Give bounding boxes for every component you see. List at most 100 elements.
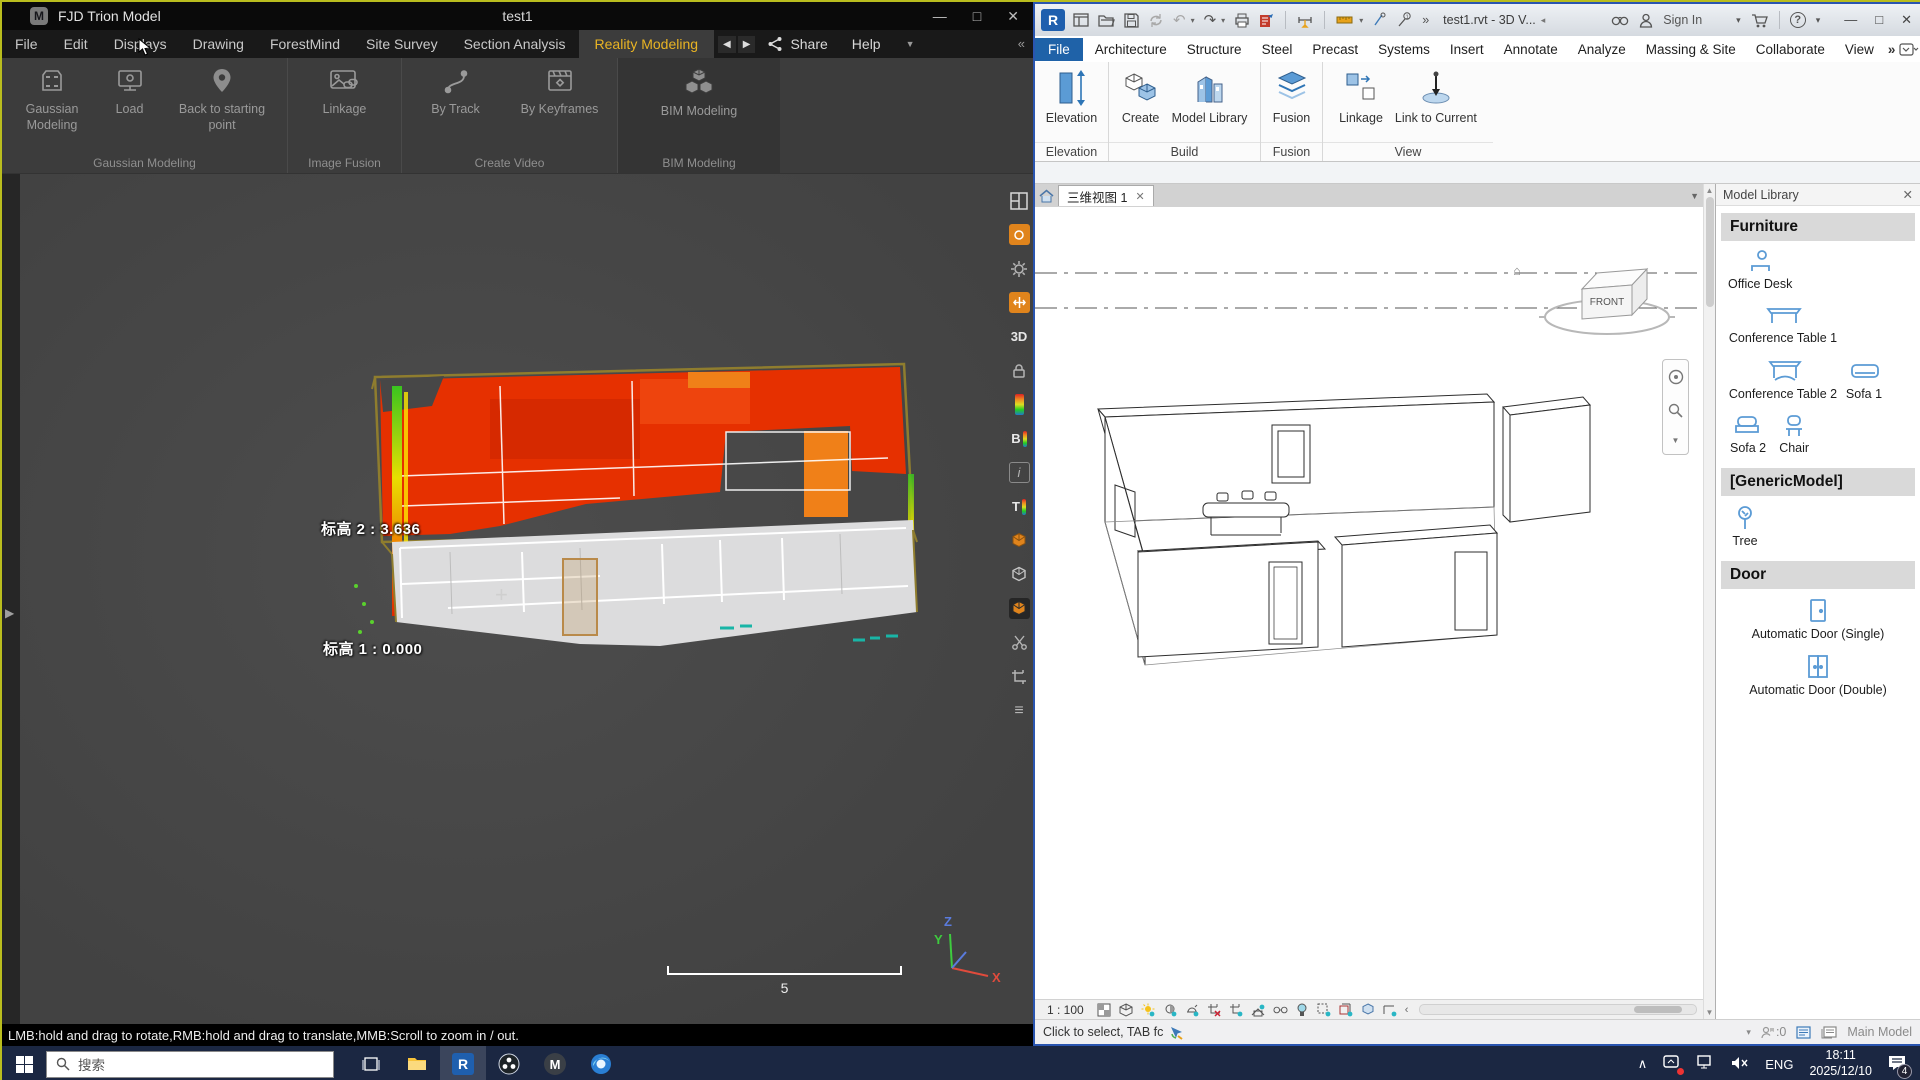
redo-icon[interactable]: ↷ [1204, 11, 1217, 29]
tab-scroll-right-icon[interactable]: ▶ [738, 36, 756, 53]
revit-3d-viewport[interactable]: FRONT ⌂ ▼ [1035, 207, 1703, 999]
unlock-view-icon[interactable] [1251, 1002, 1266, 1017]
trion-minimize-button[interactable]: — [933, 8, 947, 25]
menu-edit[interactable]: Edit [51, 30, 101, 58]
menu-forestmind[interactable]: ForestMind [257, 30, 353, 58]
revit-taskbar-button[interactable]: R [440, 1046, 486, 1080]
tab-insert[interactable]: Insert [1440, 38, 1494, 61]
sync-icon[interactable] [1148, 13, 1164, 28]
qat-more-icon[interactable]: » [1422, 13, 1429, 27]
help-menu[interactable]: Help ▼ [840, 30, 927, 58]
viewcube-home-icon[interactable]: ⌂ [1513, 263, 1521, 278]
menu-reality-modeling[interactable]: Reality Modeling [579, 30, 715, 58]
search-binoculars-icon[interactable] [1611, 13, 1629, 27]
scroll-down-icon[interactable]: ▼ [1706, 1008, 1714, 1017]
taskbar-clock[interactable]: 18:11 2025/12/10 [1809, 1048, 1872, 1079]
scroll-up-icon[interactable]: ▲ [1706, 186, 1714, 195]
signin-dropdown-icon[interactable]: ▾ [1736, 15, 1741, 26]
lock-icon[interactable] [1009, 360, 1030, 381]
reveal-hidden-icon[interactable] [1273, 1002, 1288, 1017]
texture-colormap-icon[interactable]: T [1009, 496, 1030, 517]
view-scale[interactable]: 1 : 100 [1047, 1003, 1084, 1017]
tab-structure[interactable]: Structure [1177, 38, 1252, 61]
tab-precast[interactable]: Precast [1302, 38, 1368, 61]
tabs-more-icon[interactable]: » [1888, 42, 1896, 57]
menu-section-analysis[interactable]: Section Analysis [451, 30, 579, 58]
vertical-scrollbar[interactable]: ▲ ▼ [1703, 184, 1715, 1019]
redo-dropdown-icon[interactable]: ▾ [1221, 16, 1225, 25]
start-button[interactable] [2, 1056, 46, 1073]
hidden-icons-chevron[interactable]: ∧ [1638, 1056, 1648, 1072]
library-item-office-desk[interactable]: Office Desk [1726, 245, 1794, 295]
list-icon[interactable]: ≡ [1009, 700, 1030, 721]
colorbar-icon[interactable] [1009, 394, 1030, 415]
open-file-icon[interactable] [1098, 13, 1115, 27]
layout-windows-icon[interactable] [1009, 190, 1030, 211]
notification-center-button[interactable]: 4 [1888, 1055, 1906, 1074]
visual-style-icon[interactable] [1119, 1002, 1134, 1017]
revit-maximize-button[interactable]: □ [1875, 12, 1883, 28]
cube-active-icon[interactable] [1009, 598, 1030, 619]
by-keyframes-button[interactable]: By Keyframes [506, 66, 614, 118]
obs-taskbar-button[interactable] [486, 1046, 532, 1080]
trion-maximize-button[interactable]: □ [973, 8, 981, 25]
ruler-dropdown-icon[interactable]: ▾ [1359, 16, 1363, 25]
menu-drawing[interactable]: Drawing [180, 30, 257, 58]
tab-systems[interactable]: Systems [1368, 38, 1440, 61]
export-icon[interactable] [1259, 13, 1274, 28]
revit-app-button[interactable]: R [1041, 9, 1065, 31]
cube-view-icon[interactable] [1009, 530, 1030, 551]
tab-file[interactable]: File [1035, 38, 1083, 61]
library-item-chair[interactable]: Chair [1774, 409, 1814, 459]
volume-muted-icon[interactable] [1731, 1056, 1749, 1073]
undo-dropdown-icon[interactable]: ▾ [1191, 16, 1195, 25]
tab-architecture[interactable]: Architecture [1085, 38, 1177, 61]
navbar-dropdown-icon[interactable]: ▼ [1672, 436, 1680, 445]
cut-icon[interactable] [1009, 632, 1030, 653]
tab-collaborate[interactable]: Collaborate [1746, 38, 1835, 61]
sign-in-button[interactable]: Sign In [1663, 13, 1702, 27]
tab-scroll-left-icon[interactable]: ◀ [718, 36, 736, 53]
design-options-icon[interactable] [1821, 1026, 1837, 1039]
ruler-icon[interactable] [1336, 14, 1354, 26]
horizontal-scroll-thumb[interactable] [1634, 1006, 1682, 1013]
worksets-icon[interactable] [1796, 1026, 1811, 1039]
home-view-icon[interactable] [1039, 189, 1054, 203]
coordinate-icon[interactable] [1009, 292, 1030, 313]
constraint-icon[interactable] [1383, 1002, 1398, 1017]
library-item-automatic-door-double[interactable]: Automatic Door (Double) [1747, 649, 1889, 701]
crop-view-off-icon[interactable] [1207, 1002, 1222, 1017]
print-icon[interactable] [1234, 13, 1250, 28]
save-icon[interactable] [1124, 13, 1139, 28]
info-icon[interactable]: i [1009, 462, 1030, 483]
gaussian-modeling-button[interactable]: Gaussian Modeling [5, 66, 100, 133]
language-indicator[interactable]: ENG [1765, 1057, 1793, 1072]
help-icon[interactable]: ? [1790, 12, 1806, 28]
cart-icon[interactable] [1751, 13, 1769, 28]
library-item-sofa-2[interactable]: Sofa 2 [1728, 409, 1768, 459]
settings-gear-icon[interactable] [1009, 258, 1030, 279]
render-icon[interactable] [1185, 1002, 1200, 1017]
properties-icon[interactable] [1073, 13, 1089, 27]
expand-panel-icon[interactable]: ▶ [5, 606, 14, 620]
isolate-icon[interactable] [1317, 1002, 1332, 1017]
tab-analyze[interactable]: Analyze [1568, 38, 1636, 61]
intensity-colormap-icon[interactable]: B [1009, 428, 1030, 449]
undo-icon[interactable]: ↶ [1173, 11, 1186, 29]
collapse-ribbon-icon[interactable]: « [1018, 36, 1025, 51]
measure-icon[interactable] [1297, 12, 1313, 28]
help-dropdown-icon[interactable]: ▼ [906, 39, 915, 49]
navigation-bar[interactable]: ▼ [1662, 359, 1689, 455]
help-dropdown-icon[interactable]: ▾ [1816, 15, 1821, 26]
crop-icon[interactable] [1009, 666, 1030, 687]
horizontal-scrollbar[interactable] [1419, 1004, 1697, 1015]
model-library-close-icon[interactable]: ✕ [1903, 187, 1913, 202]
cube-wire-icon[interactable] [1009, 564, 1030, 585]
close-view-tab-icon[interactable]: ✕ [1135, 190, 1144, 203]
tab-massing-site[interactable]: Massing & Site [1636, 38, 1746, 61]
tab-annotate[interactable]: Annotate [1494, 38, 1568, 61]
tab-steel[interactable]: Steel [1252, 38, 1303, 61]
menu-file[interactable]: File [2, 30, 51, 58]
view-tab-3d[interactable]: 三维视图 1 ✕ [1058, 185, 1154, 206]
m-app-taskbar-button[interactable]: M [532, 1046, 578, 1080]
